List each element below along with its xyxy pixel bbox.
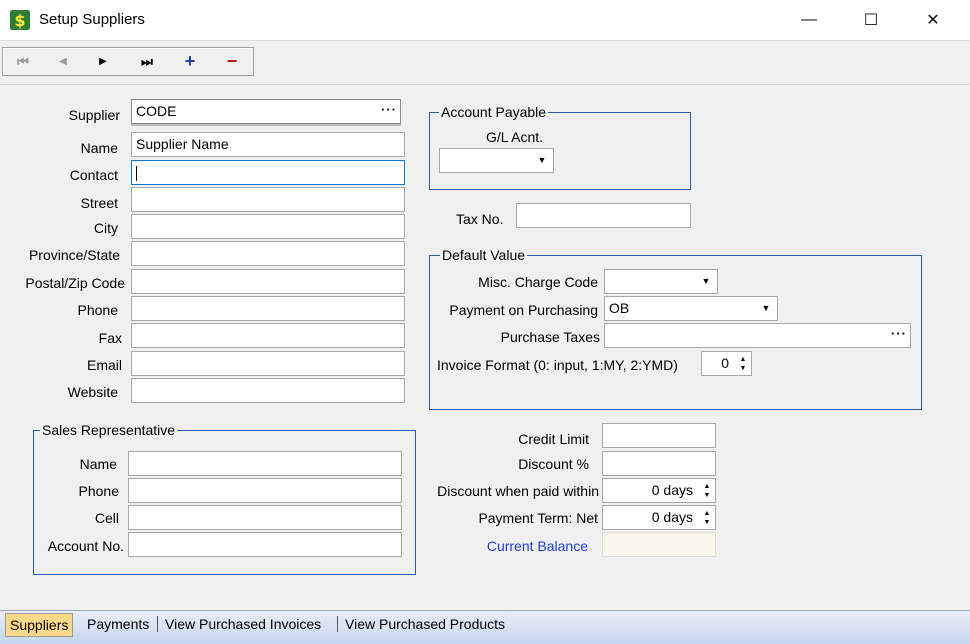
city-label: City (93, 220, 118, 236)
tab-view-purchased-products[interactable]: View Purchased Products (345, 613, 505, 637)
rep-phone-label: Phone (78, 483, 119, 499)
payment-purchasing-dropdown[interactable]: OB ▼ (604, 296, 778, 321)
spinner-arrows-icon[interactable]: ▲ ▼ (735, 352, 751, 375)
navigation-toolbar: ⏮ ◀ ▶ ⏭ + − (2, 47, 254, 76)
name-label: Name (80, 140, 118, 156)
purchase-taxes-label: Purchase Taxes (500, 329, 600, 345)
supplier-lookup-button[interactable]: ··· (381, 101, 397, 118)
misc-charge-dropdown[interactable]: ▼ (604, 269, 718, 294)
minimize-button[interactable]: — (786, 0, 832, 40)
street-field[interactable] (131, 187, 405, 212)
last-record-icon[interactable]: ⏭ (127, 48, 167, 75)
tab-separator (157, 616, 158, 632)
supplier-code-field[interactable]: CODE ··· (131, 99, 401, 124)
invoice-format-value: 0 (721, 355, 729, 371)
phone-field[interactable] (131, 296, 405, 321)
previous-record-icon[interactable]: ◀ (43, 48, 83, 75)
rep-cell-field[interactable] (128, 505, 402, 530)
separator (0, 84, 970, 85)
discount-days-value: 0 days (651, 482, 693, 498)
street-label: Street (80, 195, 118, 211)
gl-account-dropdown[interactable]: ▼ (439, 148, 554, 173)
phone-label: Phone (77, 302, 118, 318)
payment-term-spinner[interactable]: 0 days ▲ ▼ (602, 505, 716, 530)
app-dollar-icon: $ (10, 10, 30, 30)
province-field[interactable] (131, 241, 405, 266)
rep-name-label: Name (79, 456, 117, 472)
discount-percent-label: Discount % (518, 456, 589, 472)
spinner-arrows-icon[interactable]: ▲ ▼ (699, 506, 715, 529)
spinner-arrows-icon[interactable]: ▲ ▼ (699, 479, 715, 502)
purchase-taxes-field[interactable]: ··· (604, 323, 911, 348)
default-value-title: Default Value (440, 247, 528, 263)
current-balance-label: Current Balance (486, 538, 588, 554)
contact-label: Contact (69, 167, 118, 183)
credit-limit-label: Credit Limit (518, 431, 589, 447)
gl-account-label: G/L Acnt. (486, 129, 544, 145)
tab-payments[interactable]: Payments (87, 613, 149, 637)
email-label: Email (86, 357, 122, 373)
rep-account-field[interactable] (128, 532, 402, 557)
purchase-taxes-lookup-button[interactable]: ··· (891, 325, 907, 342)
fax-label: Fax (98, 330, 122, 346)
postal-label: Postal/Zip Code (25, 275, 125, 291)
fax-field[interactable] (131, 323, 405, 348)
chevron-down-icon[interactable]: ▼ (755, 297, 777, 320)
current-balance-field (602, 532, 716, 557)
chevron-down-icon[interactable]: ▼ (531, 149, 553, 172)
misc-charge-label: Misc. Charge Code (478, 274, 598, 290)
rep-cell-label: Cell (94, 510, 119, 526)
payment-purchasing-label: Payment on Purchasing (449, 302, 598, 318)
tab-suppliers[interactable]: Suppliers (5, 613, 74, 637)
first-record-icon[interactable]: ⏮ (3, 48, 43, 75)
svg-text:$: $ (14, 11, 25, 30)
discount-days-spinner[interactable]: 0 days ▲ ▼ (602, 478, 716, 503)
website-label: Website (67, 384, 118, 400)
name-field[interactable]: Supplier Name (131, 132, 405, 157)
payment-purchasing-value: OB (609, 300, 630, 316)
rep-account-label: Account No. (47, 538, 124, 554)
account-payable-title: Account Payable (439, 104, 549, 120)
next-record-icon[interactable]: ▶ (83, 48, 123, 75)
tax-number-label: Tax No. (456, 211, 504, 227)
postal-field[interactable] (131, 269, 405, 294)
province-label: Province/State (28, 247, 120, 263)
supplier-label: Supplier (68, 107, 120, 123)
maximize-button[interactable]: ☐ (848, 0, 894, 40)
tab-separator (337, 616, 338, 632)
discount-days-label: Discount when paid within (437, 483, 599, 499)
tab-view-purchased-invoices[interactable]: View Purchased Invoices (165, 613, 321, 637)
rep-phone-field[interactable] (128, 478, 402, 503)
invoice-format-label: Invoice Format (0: input, 1:MY, 2:YMD) (437, 357, 678, 373)
add-record-icon[interactable]: + (170, 48, 210, 75)
contact-field[interactable] (131, 160, 405, 185)
email-field[interactable] (131, 351, 405, 376)
tax-number-field[interactable] (516, 203, 691, 228)
website-field[interactable] (131, 378, 405, 403)
chevron-down-icon[interactable]: ▼ (695, 270, 717, 293)
window-title: Setup Suppliers (39, 11, 145, 28)
close-button[interactable]: ✕ (910, 0, 956, 40)
rep-name-field[interactable] (128, 451, 402, 476)
payment-term-value: 0 days (651, 509, 693, 525)
discount-percent-field[interactable] (602, 451, 716, 476)
city-field[interactable] (131, 214, 405, 239)
text-caret (136, 165, 137, 181)
payment-term-label: Payment Term: Net (478, 510, 598, 526)
credit-limit-field[interactable] (602, 423, 716, 448)
invoice-format-spinner[interactable]: 0 ▲ ▼ (701, 351, 752, 376)
sales-representative-title: Sales Representative (40, 422, 178, 438)
supplier-code-value: CODE (136, 103, 177, 119)
delete-record-icon[interactable]: − (212, 48, 252, 75)
